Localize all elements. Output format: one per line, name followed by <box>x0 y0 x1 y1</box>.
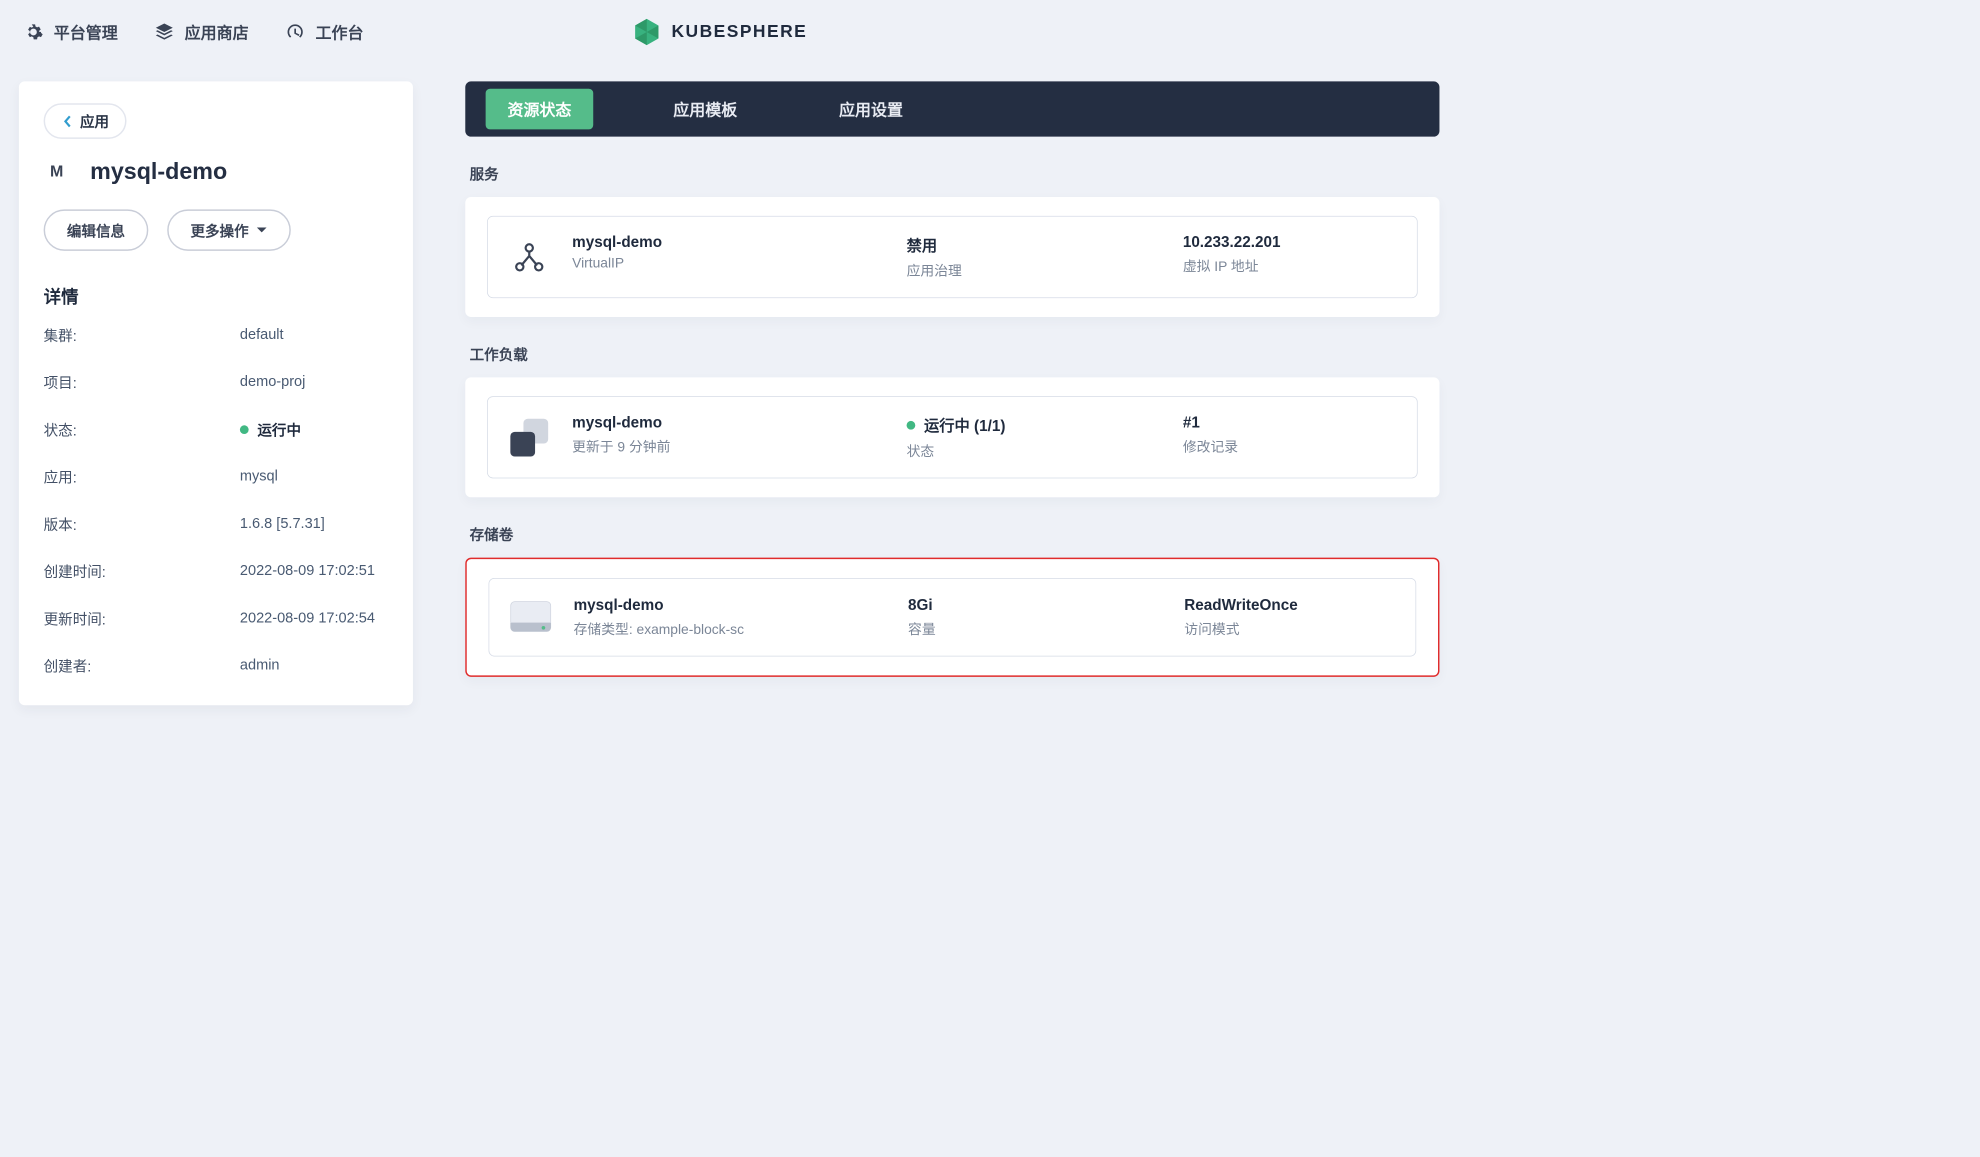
top-nav: 平台管理 应用商店 工作台 KUBESPHERE <box>0 0 1439 64</box>
status-text: 运行中 <box>257 419 301 440</box>
detail-version: 版本: 1.6.8 [5.7.31] <box>44 513 389 534</box>
detail-created: 创建时间: 2022-08-09 17:02:51 <box>44 561 389 582</box>
volumes-heading: 存储卷 <box>470 523 1440 544</box>
workloads-heading: 工作负载 <box>470 343 1440 364</box>
tab-bar: 资源状态 应用模板 应用设置 <box>465 81 1439 136</box>
more-actions-button[interactable]: 更多操作 <box>167 209 291 250</box>
main-content: 资源状态 应用模板 应用设置 服务 mysql-demo <box>465 81 1439 705</box>
back-label: 应用 <box>80 111 109 132</box>
workload-row[interactable]: mysql-demo 更新于 9 分钟前 运行中 (1/1) 状态 #1 修改记… <box>487 396 1418 478</box>
volume-row[interactable]: mysql-demo 存储类型: example-block-sc 8Gi 容量… <box>489 578 1417 657</box>
services-card: mysql-demo VirtualIP 禁用 应用治理 10.233.22.2… <box>465 197 1439 317</box>
volume-capacity: 8Gi <box>908 597 1170 614</box>
detail-value: 2022-08-09 17:02:51 <box>240 561 375 582</box>
detail-app: 应用: mysql <box>44 466 389 487</box>
status-dot-icon <box>240 425 249 434</box>
brand-text: KUBESPHERE <box>671 22 807 42</box>
volumes-card: mysql-demo 存储类型: example-block-sc 8Gi 容量… <box>465 558 1439 677</box>
detail-status: 状态: 运行中 <box>44 419 389 440</box>
service-type: VirtualIP <box>572 256 892 272</box>
workloads-card: mysql-demo 更新于 9 分钟前 运行中 (1/1) 状态 #1 修改记… <box>465 377 1439 497</box>
volume-name: mysql-demo <box>574 597 894 614</box>
gauge-icon <box>285 22 305 42</box>
detail-label: 版本: <box>44 513 240 534</box>
workload-rev: #1 <box>1183 414 1397 431</box>
kubesphere-icon <box>632 17 661 46</box>
workload-icon <box>508 416 550 458</box>
nav-appstore[interactable]: 应用商店 <box>154 20 249 43</box>
detail-project: 项目: demo-proj <box>44 371 389 392</box>
detail-value: demo-proj <box>240 371 305 392</box>
detail-label: 状态: <box>44 419 240 440</box>
detail-label: 应用: <box>44 466 240 487</box>
services-heading: 服务 <box>470 163 1440 184</box>
resource-letter-badge: M <box>44 158 70 184</box>
chevron-left-icon <box>61 115 74 128</box>
volume-sc: 存储类型: example-block-sc <box>574 618 894 638</box>
service-name: mysql-demo <box>572 234 892 251</box>
nav-platform-label: 平台管理 <box>54 20 118 43</box>
status-dot-icon <box>907 421 916 430</box>
detail-label: 创建者: <box>44 655 240 676</box>
volume-mode-label: 访问模式 <box>1184 618 1395 638</box>
storage-disk-icon <box>510 596 552 638</box>
detail-value: 运行中 <box>240 419 301 440</box>
detail-value: mysql <box>240 466 278 487</box>
detail-label: 项目: <box>44 371 240 392</box>
caret-down-icon <box>256 224 268 236</box>
detail-cluster: 集群: default <box>44 324 389 345</box>
service-govern-label: 应用治理 <box>907 260 1169 280</box>
tab-resource-status[interactable]: 资源状态 <box>486 89 594 130</box>
edit-info-label: 编辑信息 <box>67 220 125 241</box>
nav-workbench-label: 工作台 <box>316 20 364 43</box>
back-button[interactable]: 应用 <box>44 103 127 139</box>
detail-label: 更新时间: <box>44 608 240 629</box>
nav-appstore-label: 应用商店 <box>185 20 249 43</box>
workload-rev-label: 修改记录 <box>1183 436 1397 456</box>
nav-platform[interactable]: 平台管理 <box>23 20 118 43</box>
details-list: 集群: default 项目: demo-proj 状态: 运行中 应用: my… <box>44 324 389 676</box>
workload-status: 运行中 (1/1) <box>907 414 1169 436</box>
detail-author: 创建者: admin <box>44 655 389 676</box>
detail-updated: 更新时间: 2022-08-09 17:02:54 <box>44 608 389 629</box>
workload-status-text: 运行中 (1/1) <box>924 414 1005 436</box>
volume-mode: ReadWriteOnce <box>1184 597 1395 614</box>
service-vip-label: 虚拟 IP 地址 <box>1183 256 1397 276</box>
gear-icon <box>23 22 43 42</box>
service-govern-status: 禁用 <box>907 234 1169 256</box>
detail-label: 创建时间: <box>44 561 240 582</box>
tab-app-template[interactable]: 应用模板 <box>651 89 759 130</box>
detail-value: 1.6.8 [5.7.31] <box>240 513 325 534</box>
layers-icon <box>154 22 174 42</box>
service-topology-icon <box>508 236 550 278</box>
volume-capacity-label: 容量 <box>908 618 1170 638</box>
details-heading: 详情 <box>44 283 389 308</box>
service-vip: 10.233.22.201 <box>1183 234 1397 251</box>
edit-info-button[interactable]: 编辑信息 <box>44 209 149 250</box>
detail-label: 集群: <box>44 324 240 345</box>
tab-app-settings[interactable]: 应用设置 <box>817 89 925 130</box>
workload-updated: 更新于 9 分钟前 <box>572 436 892 456</box>
workload-status-label: 状态 <box>907 441 1169 461</box>
service-row[interactable]: mysql-demo VirtualIP 禁用 应用治理 10.233.22.2… <box>487 216 1418 298</box>
resource-title: mysql-demo <box>90 158 227 185</box>
workload-name: mysql-demo <box>572 414 892 431</box>
detail-value: default <box>240 324 284 345</box>
more-actions-label: 更多操作 <box>190 220 248 241</box>
brand-logo[interactable]: KUBESPHERE <box>632 17 807 46</box>
nav-workbench[interactable]: 工作台 <box>285 20 364 43</box>
detail-value: admin <box>240 655 280 676</box>
detail-value: 2022-08-09 17:02:54 <box>240 608 375 629</box>
side-panel: 应用 M mysql-demo 编辑信息 更多操作 详情 集群: default… <box>19 81 413 705</box>
